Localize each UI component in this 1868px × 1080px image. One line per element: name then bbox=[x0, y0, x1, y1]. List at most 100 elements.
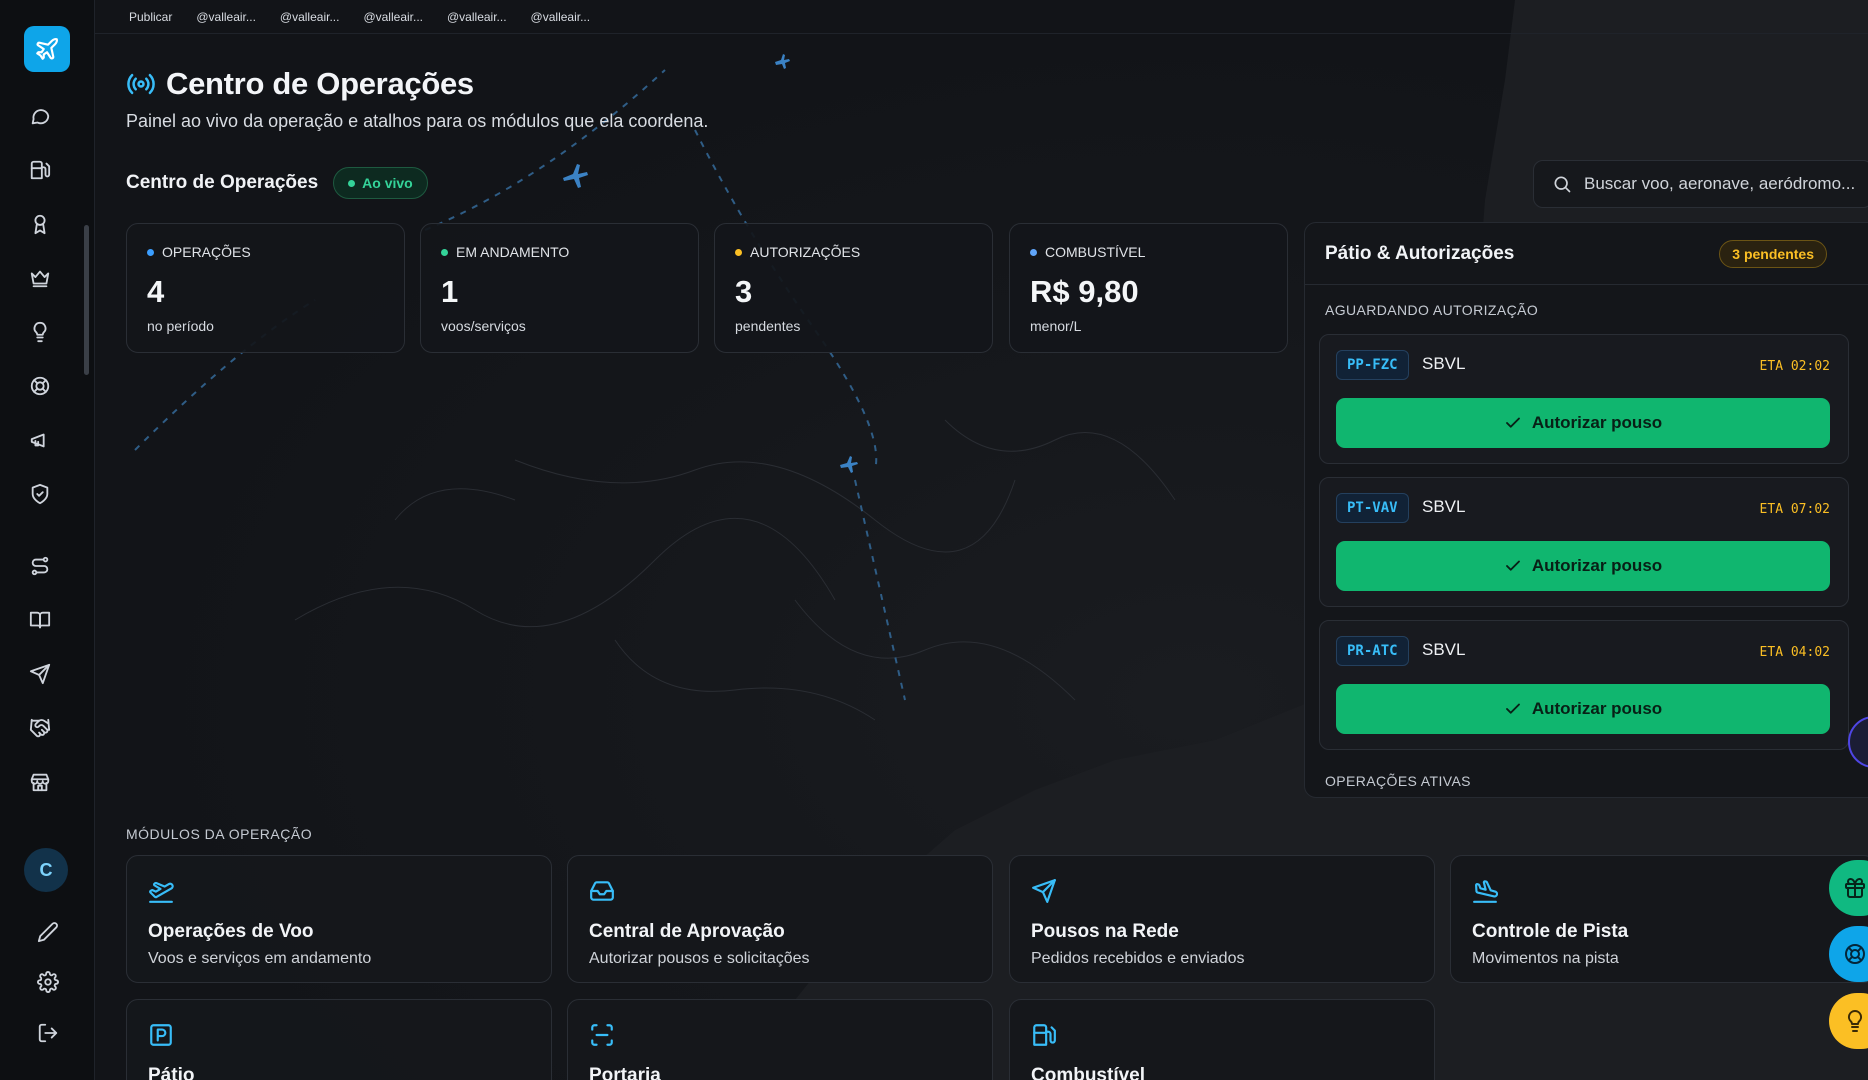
module-card-pousos-rede[interactable]: Pousos na Rede Pedidos recebidos e envia… bbox=[1009, 855, 1435, 983]
send-icon[interactable] bbox=[24, 658, 56, 690]
authorize-label: Autorizar pouso bbox=[1531, 413, 1663, 432]
kpi-dot-icon bbox=[1030, 248, 1037, 256]
authorize-landing-button[interactable]: Autorizar pouso bbox=[1336, 541, 1830, 591]
topbar-item-account[interactable]: @valleair... bbox=[196, 10, 256, 24]
registration-tag: PT-VAV bbox=[1336, 493, 1409, 523]
kpi-label: AUTORIZAÇÕES bbox=[750, 244, 861, 260]
module-desc: Voos e serviços em andamento bbox=[148, 950, 372, 967]
avatar-initial: C bbox=[39, 859, 53, 880]
module-title: Pousos na Rede bbox=[1031, 921, 1179, 942]
kpi-card-combustivel: COMBUSTÍVEL R$ 9,80 menor/L bbox=[1009, 223, 1288, 353]
lightbulb-icon[interactable] bbox=[24, 316, 56, 348]
plane-landing-icon bbox=[1473, 880, 1499, 903]
book-open-icon[interactable] bbox=[24, 604, 56, 636]
page-subtitle: Painel ao vivo da operação e atalhos par… bbox=[126, 111, 709, 131]
route-icon[interactable] bbox=[24, 550, 56, 582]
live-dot-icon bbox=[348, 179, 356, 187]
module-card-central-aprovacao[interactable]: Central de Aprovação Autorizar pousos e … bbox=[567, 855, 993, 983]
kpi-value: 1 bbox=[441, 274, 459, 309]
crown-icon[interactable] bbox=[24, 262, 56, 294]
shield-check-icon[interactable] bbox=[24, 478, 56, 510]
kpi-unit: voos/serviços bbox=[441, 318, 526, 334]
scan-icon bbox=[591, 1024, 613, 1046]
plane-logo-icon bbox=[36, 37, 59, 60]
chat-icon[interactable] bbox=[24, 100, 56, 132]
kpi-dot-icon bbox=[441, 248, 448, 256]
module-card-portaria[interactable]: Portaria bbox=[567, 999, 993, 1080]
kpi-unit: no período bbox=[147, 318, 214, 334]
topbar-item-account[interactable]: @valleair... bbox=[447, 10, 507, 24]
search-placeholder: Buscar voo, aeronave, aeródromo... bbox=[1584, 174, 1856, 193]
handshake-icon[interactable] bbox=[24, 712, 56, 744]
panel-header: Pátio & Autorizações 3 pendentes bbox=[1305, 223, 1868, 285]
authorize-landing-button[interactable]: Autorizar pouso bbox=[1336, 398, 1830, 448]
modules-label: MÓDULOS DA OPERAÇÃO bbox=[126, 826, 313, 842]
module-title: Operações de Voo bbox=[148, 921, 314, 942]
module-card-patio[interactable]: Pátio bbox=[126, 999, 552, 1080]
lightbulb-icon bbox=[1847, 1009, 1863, 1032]
sidebar-scrollbar[interactable] bbox=[84, 225, 89, 375]
kpi-unit: menor/L bbox=[1030, 318, 1082, 334]
registration-tag: PR-ATC bbox=[1336, 636, 1409, 666]
topbar-item-account[interactable]: @valleair... bbox=[531, 10, 591, 24]
authorization-card: PT-VAV SBVL ETA 07:02 Autorizar pouso bbox=[1319, 477, 1849, 607]
logout-icon[interactable] bbox=[32, 1017, 64, 1049]
sidebar: C bbox=[0, 0, 95, 1080]
gift-icon bbox=[1845, 878, 1865, 898]
check-icon bbox=[1505, 417, 1520, 428]
page-title: Centro de Operações bbox=[166, 66, 474, 101]
live-label: Ao vivo bbox=[362, 175, 413, 191]
module-card-combustivel[interactable]: Combustível bbox=[1009, 999, 1435, 1080]
authorize-label: Autorizar pouso bbox=[1531, 556, 1663, 575]
airport-code: SBVL bbox=[1422, 497, 1466, 516]
module-title: Combustível bbox=[1031, 1065, 1146, 1080]
store-icon[interactable] bbox=[24, 766, 56, 798]
eta-label: ETA 07:02 bbox=[1759, 502, 1830, 517]
pencil-icon[interactable] bbox=[32, 916, 64, 948]
kpi-dot-icon bbox=[735, 248, 742, 256]
fuel-pump-icon[interactable] bbox=[24, 154, 56, 186]
kpi-dot-icon bbox=[147, 248, 154, 256]
registration-tag: PP-FZC bbox=[1336, 350, 1409, 380]
search-icon bbox=[1554, 176, 1571, 193]
topbar-item-publicar[interactable]: Publicar bbox=[129, 10, 172, 24]
lifebuoy-icon[interactable] bbox=[24, 370, 56, 402]
check-icon bbox=[1505, 560, 1520, 571]
module-title: Portaria bbox=[589, 1065, 661, 1080]
kpi-value: R$ 9,80 bbox=[1030, 274, 1139, 309]
section-title: Centro de Operações bbox=[126, 172, 319, 193]
module-card-controle-pista[interactable]: Controle de Pista Movimentos na pista bbox=[1450, 855, 1868, 983]
authorize-landing-button[interactable]: Autorizar pouso bbox=[1336, 684, 1830, 734]
megaphone-icon[interactable] bbox=[24, 424, 56, 456]
lifebuoy-icon bbox=[1845, 944, 1865, 964]
module-desc: Autorizar pousos e solicitações bbox=[589, 950, 810, 967]
panel-title: Pátio & Autorizações bbox=[1325, 242, 1515, 264]
gear-icon[interactable] bbox=[32, 966, 64, 998]
module-title: Controle de Pista bbox=[1472, 921, 1629, 942]
inbox-icon bbox=[590, 881, 614, 901]
topbar-item-account[interactable]: @valleair... bbox=[280, 10, 340, 24]
award-icon[interactable] bbox=[24, 208, 56, 240]
module-desc: Movimentos na pista bbox=[1472, 950, 1619, 967]
active-operations-label: OPERAÇÕES ATIVAS bbox=[1325, 773, 1471, 789]
plane-departure-icon bbox=[149, 881, 174, 903]
topbar-item-account[interactable]: @valleair... bbox=[363, 10, 423, 24]
section-header: Centro de Operações Ao vivo bbox=[126, 167, 428, 199]
authorization-card: PP-FZC SBVL ETA 02:02 Autorizar pouso bbox=[1319, 334, 1849, 464]
app-logo[interactable] bbox=[24, 26, 70, 72]
kpi-label: COMBUSTÍVEL bbox=[1045, 244, 1146, 260]
send-icon bbox=[1032, 879, 1056, 903]
awaiting-label: AGUARDANDO AUTORIZAÇÃO bbox=[1325, 302, 1539, 318]
module-card-operacoes-voo[interactable]: Operações de Voo Voos e serviços em anda… bbox=[126, 855, 552, 983]
search-input[interactable]: Buscar voo, aeronave, aeródromo... bbox=[1533, 160, 1868, 208]
module-desc: Pedidos recebidos e enviados bbox=[1031, 950, 1245, 967]
patio-authorizations-panel: Pátio & Autorizações 3 pendentes AGUARDA… bbox=[1304, 222, 1868, 798]
kpi-unit: pendentes bbox=[735, 318, 801, 334]
parking-icon bbox=[150, 1024, 172, 1046]
pending-badge: 3 pendentes bbox=[1719, 239, 1827, 268]
avatar[interactable]: C bbox=[24, 848, 68, 892]
airport-code: SBVL bbox=[1422, 354, 1466, 373]
kpi-card-operacoes: OPERAÇÕES 4 no período bbox=[126, 223, 405, 353]
kpi-label: EM ANDAMENTO bbox=[456, 244, 570, 260]
live-badge: Ao vivo bbox=[333, 167, 428, 199]
